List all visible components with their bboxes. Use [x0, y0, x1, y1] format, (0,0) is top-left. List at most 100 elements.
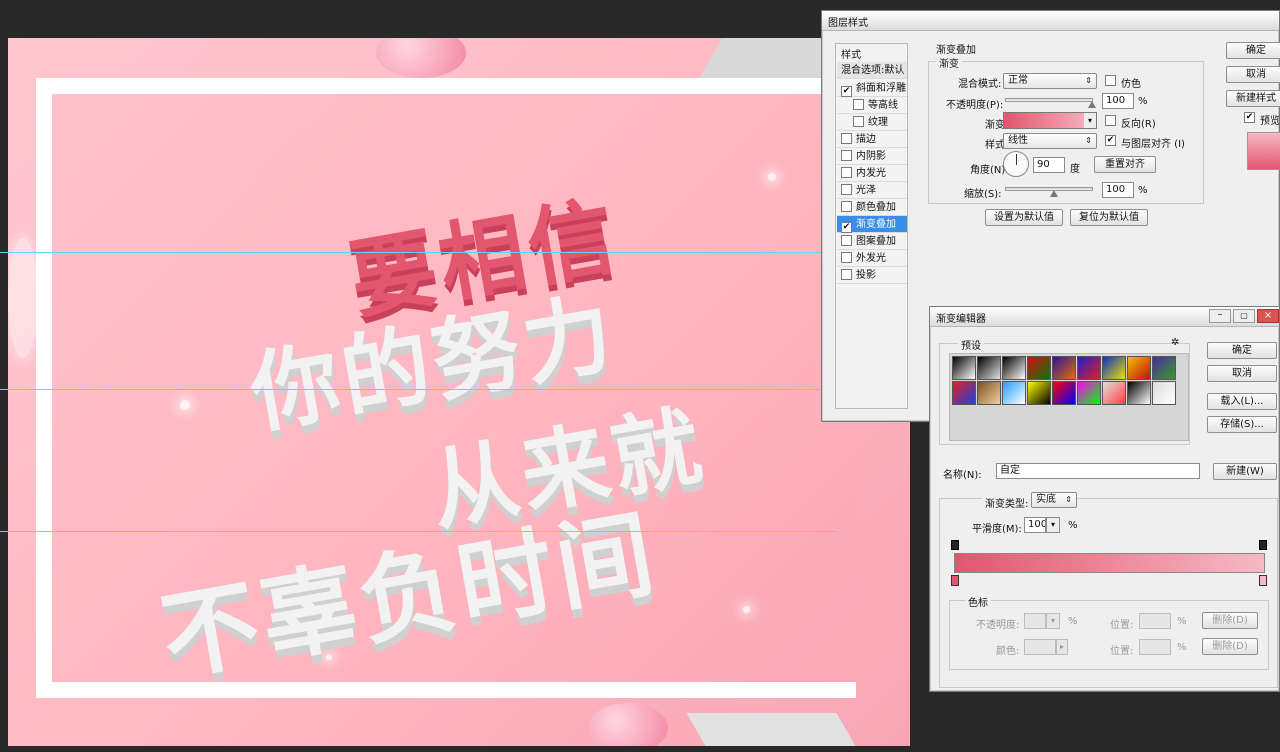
stop-opacity-dropdown-icon[interactable]: ▾	[1046, 613, 1060, 629]
smoothness-input[interactable]: 100	[1024, 517, 1046, 533]
gradient-preset-swatch[interactable]	[1052, 356, 1076, 380]
gradient-preset-swatch[interactable]	[1027, 381, 1051, 405]
guide-line[interactable]	[8, 252, 838, 253]
stop-color-arrow-icon[interactable]: ▸	[1056, 639, 1068, 655]
opacity-stop-right-icon[interactable]	[1259, 540, 1267, 550]
slider-knob-icon[interactable]	[1088, 101, 1096, 108]
gradient-preset-swatch[interactable]	[1002, 356, 1026, 380]
gradient-preset-swatch[interactable]	[1152, 356, 1176, 380]
gradient-preview-swatch[interactable]: ▾	[1003, 112, 1097, 129]
reset-alignment-button[interactable]: 重置对齐	[1094, 156, 1156, 173]
pattern-overlay-checkbox[interactable]	[841, 235, 852, 246]
angle-input[interactable]: 90	[1033, 157, 1065, 173]
delete-color-stop-button[interactable]: 删除(D)	[1202, 638, 1258, 655]
stroke-checkbox[interactable]	[841, 133, 852, 144]
gradient-preset-swatch[interactable]	[1127, 356, 1151, 380]
styles-list[interactable]: 样式 混合选项:默认 ✔ 斜面和浮雕 等高线 纹理 描边 内阴影 内发光 光泽 颜…	[835, 43, 908, 409]
gradient-editor-titlebar[interactable]: 渐变编辑器 – ▢ ×	[930, 307, 1279, 327]
color-overlay-checkbox[interactable]	[841, 201, 852, 212]
gradient-preset-swatch[interactable]	[1002, 381, 1026, 405]
guide-line[interactable]	[0, 252, 8, 253]
gear-icon[interactable]: ✲	[1171, 337, 1179, 348]
gradient-type-select[interactable]: 实底 ⇕	[1031, 492, 1077, 508]
document-canvas[interactable]: 要相信 你的努力 从来就 不辜负时间	[8, 38, 910, 746]
gradient-preset-swatch[interactable]	[1077, 381, 1101, 405]
opacity-slider[interactable]	[1005, 98, 1096, 108]
inner-shadow-checkbox[interactable]	[841, 150, 852, 161]
color-stop-left-icon[interactable]	[951, 575, 959, 586]
guide-line[interactable]	[0, 531, 8, 532]
cancel-button[interactable]: 取消	[1207, 365, 1277, 382]
gradient-preset-swatch[interactable]	[1027, 356, 1051, 380]
reverse-checkbox[interactable]	[1105, 115, 1116, 126]
style-item-outer-glow[interactable]: 外发光	[837, 250, 907, 267]
style-item-satin[interactable]: 光泽	[837, 182, 907, 199]
guide-line[interactable]	[0, 389, 8, 390]
style-item-color-overlay[interactable]: 颜色叠加	[837, 199, 907, 216]
guide-line[interactable]	[8, 389, 838, 390]
opacity-input[interactable]: 100	[1102, 93, 1134, 109]
contour-checkbox[interactable]	[853, 99, 864, 110]
ok-button[interactable]: 确定	[1207, 342, 1277, 359]
color-stop-right-icon[interactable]	[1259, 575, 1267, 586]
slider-knob-icon[interactable]	[1050, 190, 1058, 197]
minimize-icon[interactable]: –	[1209, 309, 1231, 323]
close-icon[interactable]: ×	[1257, 309, 1279, 323]
scale-slider[interactable]	[1005, 187, 1093, 197]
style-item-texture[interactable]: 纹理	[837, 114, 907, 131]
gradient-style-select[interactable]: 线性 ⇕	[1003, 133, 1097, 149]
angle-dial[interactable]	[1003, 151, 1029, 177]
cancel-button[interactable]: 取消	[1226, 66, 1280, 83]
scale-input[interactable]: 100	[1102, 182, 1134, 198]
outer-glow-checkbox[interactable]	[841, 252, 852, 263]
bevel-checkbox[interactable]: ✔	[841, 86, 852, 97]
dither-checkbox[interactable]	[1105, 75, 1116, 86]
gradient-preset-swatch[interactable]	[977, 381, 1001, 405]
delete-opacity-stop-button[interactable]: 删除(D)	[1202, 612, 1258, 629]
stop-opacity-position-input[interactable]	[1139, 613, 1171, 629]
gradient-ramp-bar[interactable]	[954, 553, 1265, 573]
gradient-preset-swatch[interactable]	[1102, 356, 1126, 380]
name-input[interactable]: 自定	[996, 463, 1200, 479]
ok-button[interactable]: 确定	[1226, 42, 1280, 59]
load-button[interactable]: 载入(L)...	[1207, 393, 1277, 410]
gradient-preset-swatch[interactable]	[1052, 381, 1076, 405]
gradient-preset-swatch[interactable]	[1077, 356, 1101, 380]
smoothness-dropdown-icon[interactable]: ▾	[1046, 517, 1060, 533]
maximize-icon[interactable]: ▢	[1233, 309, 1255, 323]
style-item-gradient-overlay[interactable]: ✔ 渐变叠加	[837, 216, 907, 233]
texture-checkbox[interactable]	[853, 116, 864, 127]
set-default-button[interactable]: 设置为默认值	[985, 209, 1063, 226]
stop-color-swatch[interactable]	[1024, 639, 1056, 655]
gradient-preset-swatch[interactable]	[1102, 381, 1126, 405]
gradient-overlay-checkbox[interactable]: ✔	[841, 222, 852, 233]
style-item-blend-options[interactable]: 混合选项:默认	[837, 62, 907, 79]
new-gradient-button[interactable]: 新建(W)	[1213, 463, 1277, 480]
blend-mode-select[interactable]: 正常 ⇕	[1003, 73, 1097, 89]
gradient-preset-swatch[interactable]	[1127, 381, 1151, 405]
save-button[interactable]: 存储(S)...	[1207, 416, 1277, 433]
gradient-preset-swatch[interactable]	[952, 381, 976, 405]
stop-color-position-input[interactable]	[1139, 639, 1171, 655]
inner-glow-checkbox[interactable]	[841, 167, 852, 178]
style-item-stroke[interactable]: 描边	[837, 131, 907, 148]
align-checkbox[interactable]: ✔	[1105, 135, 1116, 146]
gradient-preset-swatch[interactable]	[977, 356, 1001, 380]
preview-checkbox[interactable]: ✔	[1244, 112, 1255, 123]
style-item-pattern-overlay[interactable]: 图案叠加	[837, 233, 907, 250]
opacity-stop-left-icon[interactable]	[951, 540, 959, 550]
new-style-button[interactable]: 新建样式	[1226, 90, 1280, 107]
layer-style-titlebar[interactable]: 图层样式	[822, 11, 1279, 31]
stop-opacity-input[interactable]	[1024, 613, 1046, 629]
gradient-preset-swatch[interactable]	[952, 356, 976, 380]
satin-checkbox[interactable]	[841, 184, 852, 195]
style-item-drop-shadow[interactable]: 投影	[837, 267, 907, 284]
style-item-inner-glow[interactable]: 内发光	[837, 165, 907, 182]
style-item-bevel[interactable]: ✔ 斜面和浮雕	[837, 80, 907, 97]
gradient-editor-dialog[interactable]: 渐变编辑器 – ▢ × 预设 ✲ 确定 取消 载入(L)... 存储(S)...…	[929, 306, 1280, 692]
styles-header[interactable]: 样式	[841, 46, 861, 61]
style-item-inner-shadow[interactable]: 内阴影	[837, 148, 907, 165]
presets-grid[interactable]	[949, 353, 1189, 441]
reset-default-button[interactable]: 复位为默认值	[1070, 209, 1148, 226]
guide-line[interactable]	[8, 531, 838, 532]
